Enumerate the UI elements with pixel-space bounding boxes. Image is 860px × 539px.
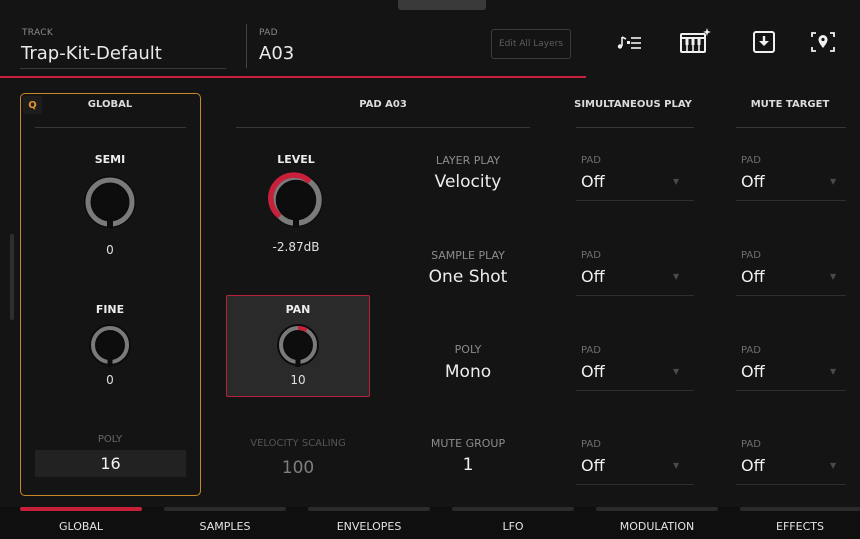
sim-pad-dropdown-1[interactable]: Off: [581, 172, 605, 191]
fine-value: 0: [106, 373, 114, 387]
pad-section-title: PAD A03: [359, 99, 407, 110]
chevron-down-icon: ▼: [830, 461, 837, 470]
fine-knob[interactable]: [86, 321, 134, 373]
fine-label: FINE: [95, 303, 125, 316]
sim-pad-label: PAD: [581, 345, 601, 356]
sample-play-value[interactable]: One Shot: [408, 267, 528, 287]
track-label: TRACK: [22, 28, 54, 38]
mute-pad-label: PAD: [741, 250, 761, 261]
dropdown-underline: [736, 390, 846, 391]
keyboard-sparkle-icon[interactable]: [678, 24, 712, 58]
mute-pad-label: PAD: [741, 345, 761, 356]
dropdown-underline: [576, 390, 694, 391]
pad-poly-value[interactable]: Mono: [408, 362, 528, 382]
note-list-icon[interactable]: [612, 26, 646, 60]
sim-pad-label: PAD: [581, 250, 601, 261]
tab-indicator-effects: [740, 507, 860, 511]
mute-pad-dropdown-2[interactable]: Off: [741, 267, 765, 286]
chevron-down-icon: ▼: [673, 272, 680, 281]
tab-global[interactable]: GLOBAL: [20, 520, 142, 533]
mute-pad-dropdown-1[interactable]: Off: [741, 172, 765, 191]
dropdown-underline: [736, 200, 846, 201]
mute-pad-label: PAD: [741, 439, 761, 450]
tab-modulation[interactable]: MODULATION: [596, 520, 718, 533]
track-name[interactable]: Trap-Kit-Default: [21, 43, 162, 64]
chevron-down-icon: ▼: [673, 177, 680, 186]
sim-pad-label: PAD: [581, 155, 601, 166]
velocity-scaling-label: VELOCITY SCALING: [250, 438, 346, 449]
sim-pad-dropdown-3[interactable]: Off: [581, 362, 605, 381]
tab-indicator-modulation: [596, 507, 718, 511]
pan-label: PAN: [285, 303, 311, 316]
dropdown-underline: [736, 484, 846, 485]
tab-lfo[interactable]: LFO: [452, 520, 574, 533]
layer-play-label: LAYER PLAY: [435, 154, 501, 167]
tab-indicator-lfo: [452, 507, 574, 511]
pad-poly-label: POLY: [454, 343, 482, 356]
tab-effects[interactable]: EFFECTS: [740, 520, 860, 533]
pan-value: 10: [290, 373, 306, 387]
tab-envelopes[interactable]: ENVELOPES: [308, 520, 430, 533]
sample-play-label: SAMPLE PLAY: [431, 249, 505, 262]
mute-target-divider: [736, 127, 846, 128]
dropdown-underline: [576, 200, 694, 201]
mute-group-label: MUTE GROUP: [430, 437, 506, 450]
level-knob[interactable]: [266, 170, 326, 234]
side-scroll-handle[interactable]: [10, 234, 14, 320]
dropdown-underline: [736, 295, 846, 296]
simultaneous-play-title: SIMULTANEOUS PLAY: [574, 99, 692, 110]
pad-label: PAD: [259, 28, 278, 38]
chevron-down-icon: ▼: [830, 367, 837, 376]
tab-indicator-samples: [164, 507, 286, 511]
chevron-down-icon: ▼: [830, 177, 837, 186]
pan-knob[interactable]: [274, 321, 322, 373]
dropdown-underline: [576, 295, 694, 296]
sim-pad-dropdown-4[interactable]: Off: [581, 456, 605, 475]
dropdown-underline: [576, 484, 694, 485]
header-divider: [246, 24, 247, 68]
pad-section-divider: [236, 127, 530, 128]
global-poly-label: POLY: [97, 434, 123, 445]
locate-icon[interactable]: [806, 25, 840, 59]
chevron-down-icon: ▼: [673, 461, 680, 470]
level-value: -2.87dB: [272, 240, 320, 254]
sim-pad-dropdown-2[interactable]: Off: [581, 267, 605, 286]
simultaneous-play-divider: [576, 127, 694, 128]
mute-target-title: MUTE TARGET: [750, 99, 830, 110]
tab-indicator-envelopes: [308, 507, 430, 511]
sim-pad-label: PAD: [581, 439, 601, 450]
chevron-down-icon: ▼: [673, 367, 680, 376]
global-title: GLOBAL: [87, 99, 133, 110]
global-divider: [35, 127, 186, 128]
mute-group-value[interactable]: 1: [408, 455, 528, 475]
track-underline: [20, 68, 226, 69]
level-label: LEVEL: [277, 153, 315, 166]
tab-indicator-global: [20, 507, 142, 511]
chevron-down-icon: ▼: [830, 272, 837, 281]
edit-all-layers-button[interactable]: Edit All Layers: [491, 29, 571, 59]
download-icon[interactable]: [747, 25, 781, 59]
tab-samples[interactable]: SAMPLES: [164, 520, 286, 533]
header-accent-line: [0, 76, 586, 78]
pad-name[interactable]: A03: [259, 43, 294, 64]
mute-pad-label: PAD: [741, 155, 761, 166]
mute-pad-dropdown-3[interactable]: Off: [741, 362, 765, 381]
mute-pad-dropdown-4[interactable]: Off: [741, 456, 765, 475]
global-poly-value[interactable]: 16: [35, 450, 186, 477]
semi-value: 0: [106, 243, 114, 257]
top-drag-handle[interactable]: [398, 0, 486, 10]
semi-label: SEMI: [94, 153, 126, 166]
velocity-scaling-value[interactable]: 100: [236, 458, 360, 478]
layer-play-value[interactable]: Velocity: [408, 172, 528, 192]
semi-knob[interactable]: [80, 172, 140, 236]
